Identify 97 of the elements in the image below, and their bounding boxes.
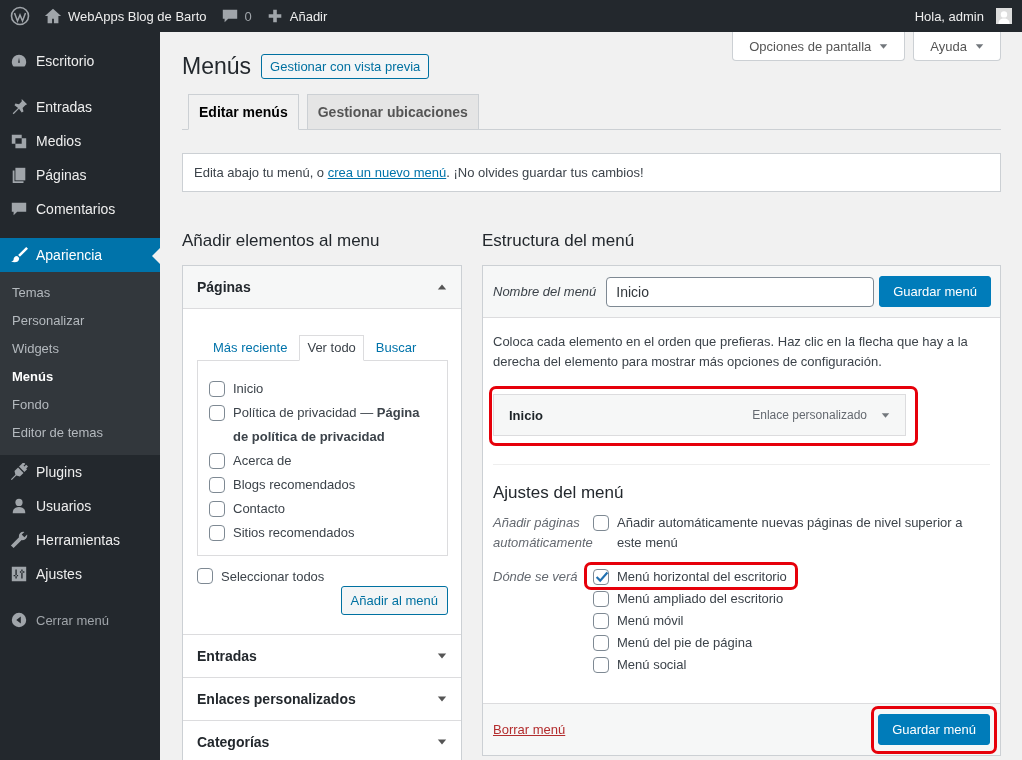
instructions-text: Coloca cada elemento en el orden que prefieras. Haz clic en la flecha que hay a la derecha del elemento para mostrar más opciones de configuración. [493, 333, 969, 371]
section-heading: Estructura del menú [482, 231, 636, 251]
accordion-title: Categorías [197, 734, 270, 750]
accordion-title: Entradas [197, 648, 257, 664]
pin-icon [10, 98, 28, 116]
site-logo-icon [10, 6, 30, 26]
option-label: Añadir automáticamente nuevas páginas de nivel superior a este menú [617, 514, 964, 552]
sidebar-item[interactable]: Plugins [0, 455, 160, 489]
page-option-label: Inicio [233, 380, 264, 398]
wrench-icon [10, 531, 28, 549]
site-name-link[interactable]: WebApps Blog de Barto [68, 8, 207, 24]
add-to-menu-button[interactable]: Añadir al menú [340, 586, 448, 615]
sidebar-item[interactable]: Apariencia [0, 238, 160, 272]
option-label: Menú social [617, 656, 687, 674]
accordion-title: Páginas [197, 279, 251, 295]
submenu-item[interactable]: Temas [0, 279, 160, 307]
page-option-label: Acerca de [233, 452, 292, 470]
menu-item-type: Enlace personalizado [752, 408, 867, 422]
collapse-icon [10, 611, 28, 629]
menu-item[interactable]: Inicio Enlace personalizado [493, 394, 906, 436]
section-heading: Añadir elementos al menu [182, 231, 381, 251]
avatar-icon [996, 8, 1012, 24]
page-option-label: Política de privacidad — Página de política de privacidad [233, 404, 421, 446]
save-menu-button[interactable]: Guardar menú [879, 276, 991, 307]
checkbox[interactable] [197, 568, 213, 584]
tab[interactable]: Buscar [367, 335, 425, 361]
checkbox[interactable] [593, 635, 609, 651]
brush-icon [10, 246, 28, 264]
sidebar-item[interactable]: Entradas [0, 90, 160, 124]
sidebar-item[interactable]: Usuarios [0, 489, 160, 523]
tab[interactable]: Ver todo [299, 335, 364, 361]
delete-menu-link[interactable]: Borrar menú [493, 722, 566, 737]
sidebar-item[interactable]: Escritorio [0, 44, 160, 78]
save-menu-button[interactable]: Guardar menú [878, 714, 990, 745]
caret-up-icon [437, 282, 447, 292]
pointer-arrow-icon [152, 248, 160, 264]
submenu-item[interactable]: Editor de temas [0, 419, 160, 447]
sidebar-item[interactable]: Ajustes [0, 557, 160, 591]
collapse-menu-button[interactable]: Cerrar menú [0, 603, 160, 637]
checkbox[interactable] [593, 515, 609, 531]
option-label: Menú móvil [617, 612, 684, 630]
sidebar-item[interactable]: Medios [0, 124, 160, 158]
sidebar-item[interactable]: Herramientas [0, 523, 160, 557]
checkbox[interactable] [209, 381, 225, 397]
checkbox[interactable] [209, 525, 225, 541]
submenu-item[interactable]: Widgets [0, 335, 160, 363]
submenu-item[interactable]: Personalizar [0, 307, 160, 335]
page-option-label: Contacto [233, 500, 286, 518]
caret-down-icon [437, 694, 447, 704]
greeting-link[interactable]: Hola, admin [914, 8, 984, 24]
checkbox[interactable] [593, 657, 609, 673]
checkbox[interactable] [209, 453, 225, 469]
page-option-label: Blogs recomendados [233, 476, 356, 494]
preview-button[interactable]: Gestionar con vista previa [261, 54, 430, 79]
comment-count[interactable]: 0 [244, 8, 252, 24]
sidebar-item[interactable]: Páginas [0, 158, 160, 192]
caret-icon [975, 42, 984, 51]
field-label: Nombre del menú [493, 284, 597, 299]
menu-name-field[interactable]: Inicio [606, 276, 875, 307]
tab[interactable]: Gestionar ubicaciones [306, 94, 479, 130]
option-label: Menú del pie de página [617, 634, 753, 652]
sliders-icon [10, 565, 28, 583]
checkbox[interactable] [209, 477, 225, 493]
menu-item-title: Inicio [509, 407, 543, 423]
caret-down-icon [881, 410, 890, 420]
submenu-item[interactable]: Fondo [0, 391, 160, 419]
screen-meta-tab[interactable]: Ayuda [913, 32, 1001, 61]
home-icon [44, 7, 62, 25]
checkbox[interactable] [593, 613, 609, 629]
checkbox[interactable] [593, 591, 609, 607]
new-link[interactable]: Añadir [289, 8, 328, 24]
screen-meta-tab[interactable]: Opciones de pantalla [732, 32, 906, 61]
media-icon [10, 132, 28, 150]
notice-text: Edita abajo tu menú, o crea un nuevo menú. ¡No olvides guardar tus cambios! [182, 153, 1001, 192]
caret-icon [879, 42, 889, 51]
tab[interactable]: Editar menús [188, 94, 299, 130]
checkbox[interactable] [209, 405, 225, 421]
page-title: Menús [182, 53, 252, 80]
option-label: Menú horizontal del escritorio [617, 568, 787, 586]
checkbox[interactable] [593, 569, 609, 585]
pages-icon [10, 166, 28, 184]
caret-down-icon [437, 651, 447, 661]
select-all-label: Seleccionar todos [221, 569, 325, 584]
tab[interactable]: Más reciente [205, 335, 296, 361]
sidebar-item[interactable]: Comentarios [0, 192, 160, 226]
user-icon [10, 497, 28, 515]
page-option-label: Sitios recomendados [233, 524, 355, 542]
caret-down-icon [437, 737, 447, 747]
checkbox[interactable] [209, 501, 225, 517]
accordion-header[interactable]: Páginas [183, 266, 461, 309]
accordion-title: Enlaces personalizados [197, 691, 356, 707]
submenu-item[interactable]: Menús [0, 363, 160, 391]
setting-label: Dónde se verá [493, 568, 579, 586]
setting-label: Añadir páginas automáticamente [493, 514, 593, 552]
option-label: Menú ampliado del escritorio [617, 590, 784, 608]
settings-heading: Ajustes del menú [493, 483, 625, 503]
plug-icon [10, 463, 28, 481]
